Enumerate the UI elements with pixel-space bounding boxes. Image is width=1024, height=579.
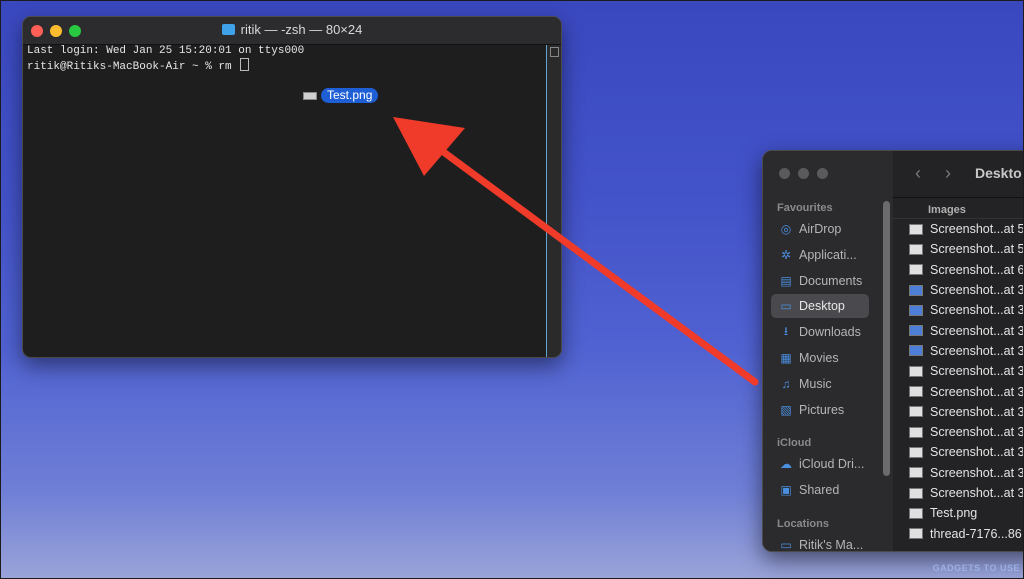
watermark: GADGETS TO USE [932,563,1020,573]
red-arrow-icon [393,117,759,386]
